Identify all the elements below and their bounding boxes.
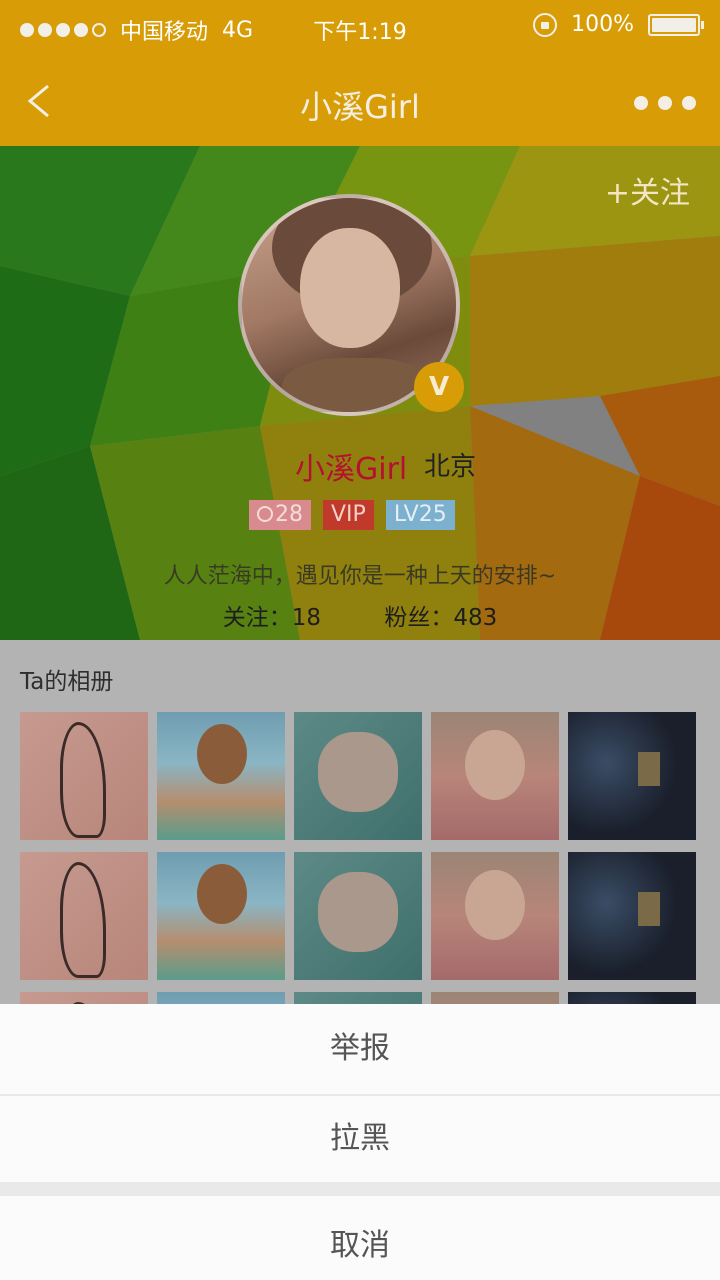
age-value: 28: [275, 502, 303, 527]
album-photo[interactable]: [568, 852, 696, 980]
battery-percent: 100%: [571, 12, 634, 37]
album-photo[interactable]: [431, 852, 559, 980]
cancel-button[interactable]: 取消: [0, 1196, 720, 1280]
badge-row: 28 VIP LV25: [249, 500, 455, 530]
block-button[interactable]: 拉黑: [0, 1096, 720, 1182]
more-dots-icon[interactable]: [634, 96, 696, 110]
vip-badge: VIP: [323, 500, 374, 530]
age-badge: 28: [249, 500, 311, 530]
follow-stats: 关注：18 粉丝：483: [0, 598, 720, 632]
verified-badge: V: [414, 362, 464, 412]
album-photo[interactable]: [568, 712, 696, 840]
album-photo[interactable]: [20, 712, 148, 840]
album-photo[interactable]: [157, 712, 285, 840]
album-photo[interactable]: [294, 712, 422, 840]
follow-button[interactable]: +关注: [605, 168, 690, 212]
album-photo[interactable]: [20, 852, 148, 980]
followers-count[interactable]: 粉丝：483: [384, 605, 497, 631]
album-photo[interactable]: [157, 852, 285, 980]
battery-icon: [648, 13, 704, 36]
page-title: 小溪Girl: [300, 88, 420, 126]
album-photo[interactable]: [294, 852, 422, 980]
level-badge: LV25: [385, 500, 455, 530]
album-photo[interactable]: [431, 712, 559, 840]
profile-header: +关注 V 小溪Girl 北京 28 VIP LV25 人人茫海中，遇见你是一种…: [0, 146, 720, 640]
female-icon: [257, 506, 273, 522]
album-title: Ta的相册: [20, 669, 114, 695]
profile-page: 中国移动 4G 下午1:19 100% 小溪Girl +关注 V 小溪Girl …: [0, 0, 720, 1280]
user-city: 北京: [424, 452, 477, 482]
report-button[interactable]: 举报: [0, 1004, 720, 1094]
action-sheet: 举报 拉黑 取消: [0, 1004, 720, 1280]
rotation-lock-icon: [533, 12, 558, 37]
following-count[interactable]: 关注：18: [223, 605, 321, 631]
status-bar: 中国移动 4G 下午1:19 100%: [0, 0, 720, 56]
photo-album: Ta的相册: [0, 640, 720, 1120]
user-bio: 人人茫海中，遇见你是一种上天的安排~: [163, 564, 557, 589]
nav-bar: 小溪Girl: [0, 56, 720, 146]
user-name: 小溪Girl: [295, 452, 408, 487]
